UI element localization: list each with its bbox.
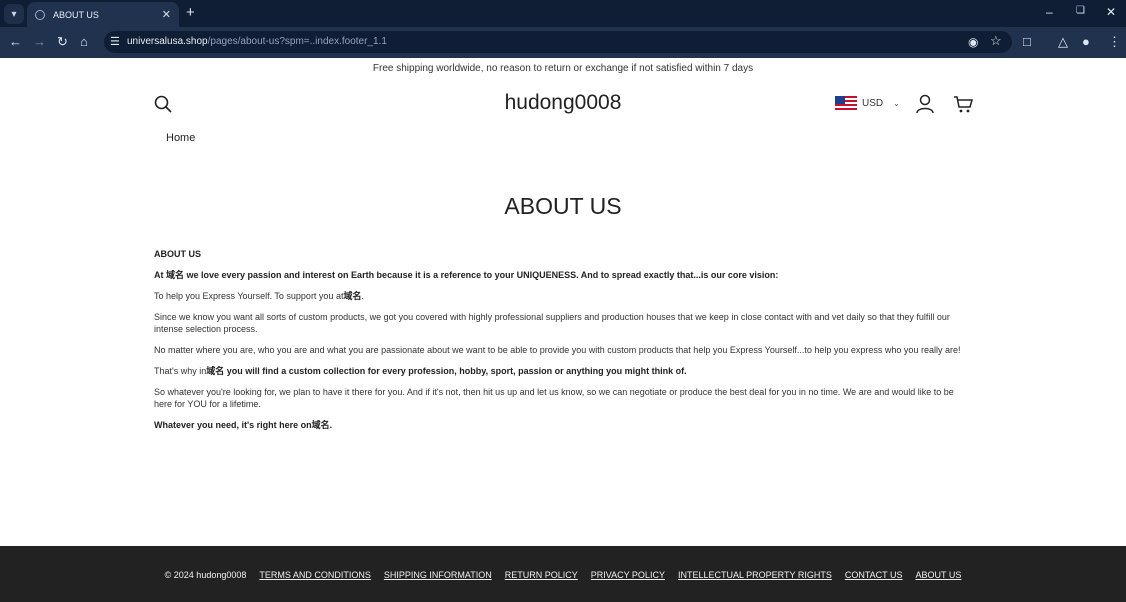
- globe-icon: [35, 9, 45, 20]
- paragraph: Whatever you need, it's right here on域名.: [154, 420, 333, 430]
- home-icon[interactable]: ⌂: [80, 34, 88, 50]
- footer-links: © 2024 hudong0008 TERMS AND CONDITIONS S…: [0, 570, 1126, 580]
- about-heading: ABOUT US: [154, 249, 201, 259]
- us-flag-icon: [835, 96, 857, 110]
- copyright: © 2024 hudong0008: [164, 570, 247, 580]
- tab-title: ABOUT US: [53, 9, 99, 20]
- eye-off-icon[interactable]: ◉: [968, 34, 978, 50]
- reload-icon[interactable]: ↻: [57, 34, 68, 50]
- footer-link-ip-rights[interactable]: INTELLECTUAL PROPERTY RIGHTS: [678, 570, 832, 580]
- paragraph: No matter where you are, who you are and…: [154, 345, 961, 355]
- announcement-bar: Free shipping worldwide, no reason to re…: [372, 63, 754, 74]
- chevron-down-icon: ⌄: [893, 98, 900, 108]
- restore-icon[interactable]: ❏: [1076, 5, 1085, 16]
- star-icon[interactable]: ☆: [990, 33, 1002, 49]
- footer-link-terms[interactable]: TERMS AND CONDITIONS: [259, 570, 371, 580]
- account-icon[interactable]: [916, 94, 934, 114]
- forward-icon[interactable]: →: [33, 34, 46, 50]
- close-window-icon[interactable]: ✕: [1106, 5, 1116, 19]
- currency-selector[interactable]: USD ⌄: [835, 96, 900, 110]
- active-tab[interactable]: ABOUT US ✕: [27, 2, 179, 27]
- footer-link-about[interactable]: ABOUT US: [916, 570, 962, 580]
- tab-search-button[interactable]: ▾: [4, 4, 24, 24]
- back-icon[interactable]: ←: [9, 34, 22, 50]
- minimize-icon[interactable]: –: [1046, 5, 1053, 19]
- paragraph: So whatever you're looking for, we plan …: [154, 387, 954, 409]
- footer-link-shipping[interactable]: SHIPPING INFORMATION: [384, 570, 492, 580]
- menu-icon[interactable]: ⋮: [1108, 34, 1121, 50]
- about-content: ABOUT US At 域名 we love every passion and…: [154, 248, 974, 440]
- footer-link-contact[interactable]: CONTACT US: [845, 570, 903, 580]
- new-tab-button[interactable]: +: [186, 4, 195, 22]
- paragraph: To help you Express Yourself. To support…: [154, 291, 364, 301]
- footer-link-privacy[interactable]: PRIVACY POLICY: [591, 570, 665, 580]
- nav-home-link[interactable]: Home: [166, 132, 195, 144]
- paragraph: That's why in域名 you will find a custom c…: [154, 366, 687, 376]
- url-path: /pages/about-us?spm=..index.footer_1.1: [207, 36, 387, 47]
- cart-icon[interactable]: [953, 95, 973, 113]
- site-info-icon[interactable]: ☰: [110, 34, 120, 50]
- paragraph: Since we know you want all sorts of cust…: [154, 312, 950, 334]
- url-domain: universalusa.shop: [127, 36, 208, 47]
- footer-link-return[interactable]: RETURN POLICY: [505, 570, 578, 580]
- profile-icon[interactable]: ●: [1082, 34, 1090, 50]
- tab-close-icon[interactable]: ✕: [162, 8, 171, 21]
- extensions-icon[interactable]: □: [1023, 34, 1031, 50]
- url-text[interactable]: universalusa.shop/pages/about-us?spm=..i…: [127, 36, 387, 47]
- labs-icon[interactable]: △: [1058, 34, 1068, 50]
- page-title: ABOUT US: [504, 193, 622, 219]
- browser-tab-bar: ▾ ABOUT US ✕ + – ❏ ✕: [0, 0, 1126, 27]
- currency-label: USD: [862, 97, 884, 109]
- paragraph: At 域名 we love every passion and interest…: [154, 270, 779, 280]
